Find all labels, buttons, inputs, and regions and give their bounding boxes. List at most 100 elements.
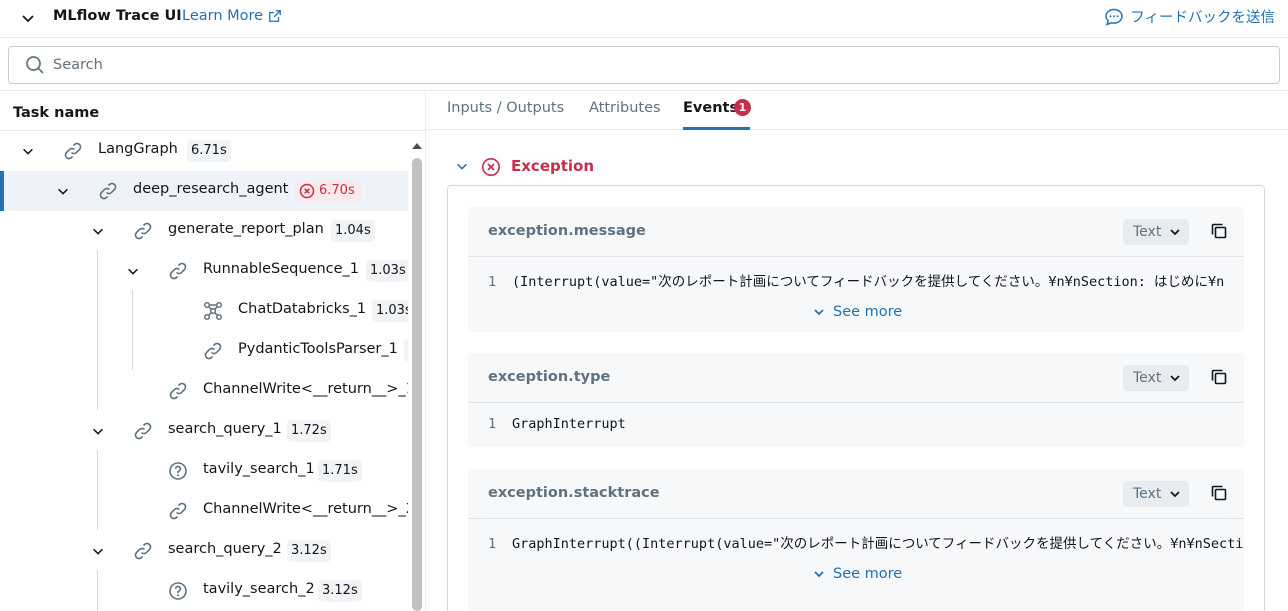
see-more-label: See more (833, 566, 903, 582)
tab-events[interactable]: Events (683, 100, 738, 116)
chevron-down-icon (1169, 372, 1181, 384)
tree-row[interactable]: ChannelWrite<__return__>_1 (0, 371, 408, 411)
learn-more-label: Learn More (182, 8, 264, 24)
task-name-header: Task name (13, 105, 100, 121)
scroll-up-arrow-icon[interactable] (410, 140, 424, 152)
format-select[interactable]: Text (1123, 481, 1189, 507)
tree-row[interactable]: search_query_2 3.12s (0, 531, 408, 571)
tree-row[interactable]: RunnableSequence_1 1.03s (0, 251, 408, 291)
tree-row-label: generate_report_plan (168, 221, 324, 237)
tree-row-label: RunnableSequence_1 (203, 261, 360, 277)
chevron-down-icon[interactable] (20, 10, 36, 26)
speech-bubble-icon (1104, 7, 1124, 27)
error-duration-badge: 6.70s (295, 180, 361, 202)
tree-row-label: search_query_2 (168, 541, 282, 557)
chevron-down-icon (1169, 226, 1181, 238)
trace-header: MLflow Trace UI Learn More フィードバックを送信 (0, 0, 1288, 38)
tab-attributes[interactable]: Attributes (589, 100, 661, 116)
see-more-label: See more (833, 304, 903, 320)
link-icon (133, 421, 153, 441)
learn-more-link[interactable]: Learn More (182, 8, 282, 24)
chevron-down-icon[interactable] (21, 144, 35, 158)
link-icon (168, 501, 188, 521)
tree-row[interactable]: ChatDatabricks_1 1.03s (0, 291, 408, 331)
search-box[interactable] (8, 46, 1280, 84)
attribute-card: exception.type Text 1 GraphInterrupt (468, 353, 1244, 447)
panel-divider[interactable] (425, 91, 426, 611)
code-line: 1 GraphInterrupt (488, 416, 626, 432)
link-icon (98, 181, 118, 201)
see-more-button[interactable]: See more (813, 304, 902, 320)
link-icon (133, 221, 153, 241)
tree-row-label: ChannelWrite<__return__>_2 (203, 501, 408, 517)
attribute-name: exception.type (488, 369, 611, 385)
scrollbar-thumb[interactable] (412, 158, 422, 611)
duration-badge: 1.04s (331, 220, 375, 242)
question-icon (168, 581, 188, 601)
tree-row-label: tavily_search_1 (203, 461, 315, 477)
copy-icon[interactable] (1209, 367, 1229, 387)
tree-row[interactable]: tavily_search_2 3.12s (0, 571, 408, 611)
duration-badge: 3.12s (287, 540, 331, 562)
tree-row[interactable]: search_query_1 1.72s (0, 411, 408, 451)
error-circle-icon (481, 157, 501, 177)
duration-badge (404, 340, 408, 362)
search-input[interactable] (53, 47, 1253, 83)
link-icon (133, 541, 153, 561)
chat-model-icon (203, 301, 223, 321)
attribute-card-header: exception.message Text (468, 207, 1244, 257)
format-select[interactable]: Text (1123, 219, 1189, 245)
feedback-link[interactable]: フィードバックを送信 (1104, 6, 1275, 27)
attribute-card-header: exception.stacktrace Text (468, 469, 1244, 519)
chevron-down-icon[interactable] (91, 544, 105, 558)
code-text: GraphInterrupt((Interrupt(value="次のレポート計… (512, 536, 1244, 552)
format-select[interactable]: Text (1123, 365, 1189, 391)
tree-row[interactable]: PydanticToolsParser_1 (0, 331, 408, 371)
tree-row-label: search_query_1 (168, 421, 282, 437)
duration-badge: 1.03s (372, 300, 408, 322)
link-icon (168, 381, 188, 401)
format-select-value: Text (1133, 486, 1162, 502)
tree-row[interactable]: ChannelWrite<__return__>_2 (0, 491, 408, 531)
duration-badge: 6.71s (187, 140, 231, 162)
tree-row-selected[interactable]: deep_research_agent 6.70s (0, 171, 408, 211)
chevron-down-icon[interactable] (91, 424, 105, 438)
events-count-badge: 1 (734, 99, 751, 116)
line-number: 1 (488, 536, 497, 552)
link-icon (203, 341, 223, 361)
tab-inputs-outputs[interactable]: Inputs / Outputs (447, 100, 564, 116)
copy-icon[interactable] (1209, 483, 1229, 503)
tree-row[interactable]: generate_report_plan 1.04s (0, 211, 408, 251)
duration-badge: 1.71s (318, 460, 362, 482)
question-icon (168, 461, 188, 481)
tree-row-label: deep_research_agent (133, 181, 289, 197)
tree-row-label: tavily_search_2 (203, 581, 315, 597)
tree-row-label: PydanticToolsParser_1 (238, 341, 398, 357)
code-line: 1 GraphInterrupt((Interrupt(value="次のレポート… (488, 532, 1244, 552)
see-more-button[interactable]: See more (813, 566, 902, 582)
chevron-down-icon[interactable] (126, 264, 140, 278)
attribute-name: exception.message (488, 223, 646, 239)
exception-title: Exception (511, 157, 595, 175)
duration-text: 6.70s (319, 183, 355, 198)
attribute-card-header: exception.type Text (468, 353, 1244, 403)
chevron-down-icon (1169, 488, 1181, 500)
feedback-label: フィードバックを送信 (1130, 10, 1275, 26)
duration-badge: 3.12s (318, 580, 362, 602)
tree-row[interactable]: tavily_search_1 1.71s (0, 451, 408, 491)
chevron-down-icon (813, 568, 825, 580)
tree-row-label: LangGraph (98, 141, 178, 157)
format-select-value: Text (1133, 370, 1162, 386)
tree-row[interactable]: LangGraph 6.71s (0, 131, 408, 171)
tree-row-label: ChatDatabricks_1 (238, 301, 367, 317)
tree-row-label: ChannelWrite<__return__>_1 (203, 381, 408, 397)
copy-icon[interactable] (1209, 221, 1229, 241)
chevron-down-icon[interactable] (91, 224, 105, 238)
attribute-card: exception.message Text 1 (Interrupt(value… (468, 207, 1244, 332)
app-title: MLflow Trace UI (53, 8, 182, 24)
code-text: GraphInterrupt (512, 416, 626, 432)
chevron-down-icon[interactable] (56, 184, 70, 198)
chevron-down-icon[interactable] (455, 159, 469, 173)
duration-badge: 1.72s (287, 420, 331, 442)
attribute-name: exception.stacktrace (488, 485, 660, 501)
